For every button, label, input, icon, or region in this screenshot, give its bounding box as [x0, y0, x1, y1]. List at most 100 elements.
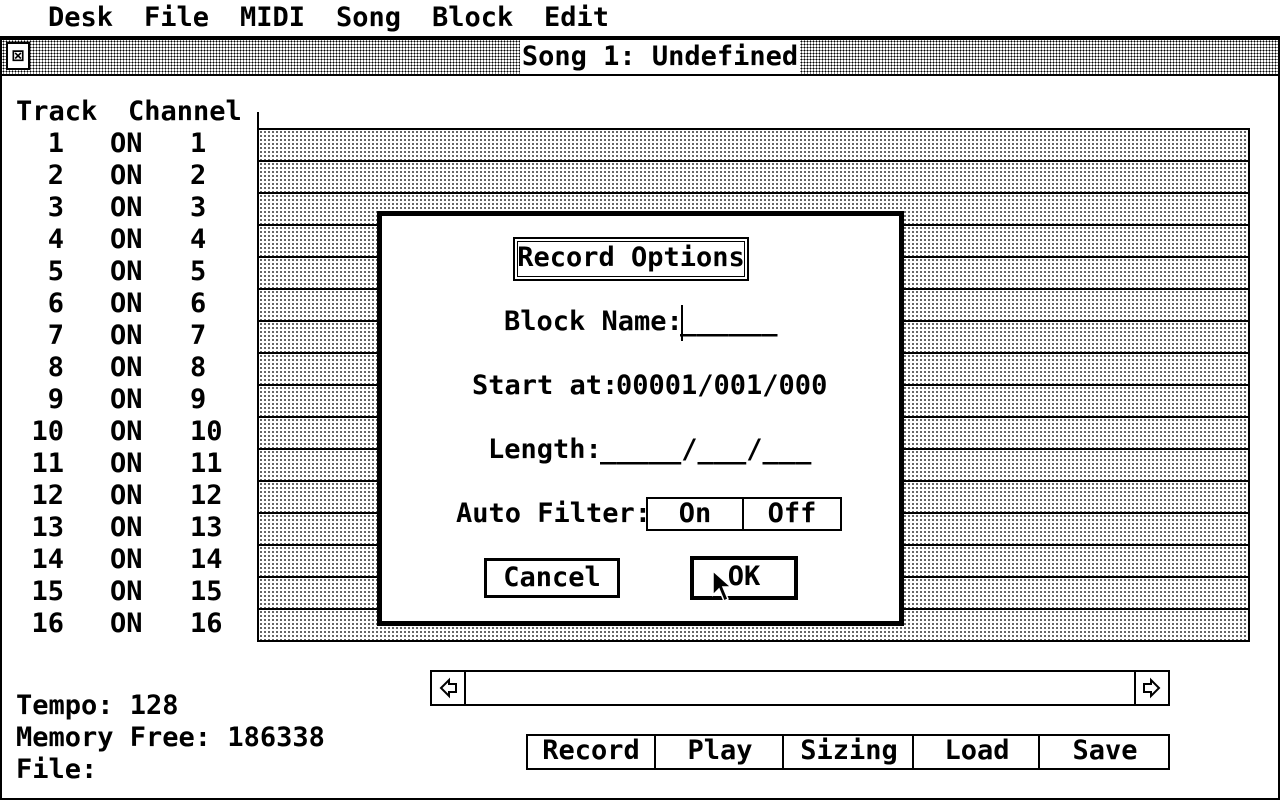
- track-channel: 5: [190, 256, 207, 287]
- dialog-title: Record Options: [513, 237, 749, 281]
- track-row[interactable]: 9 ON 9: [0, 384, 240, 416]
- menu-file[interactable]: File: [144, 2, 209, 34]
- track-state[interactable]: ON: [110, 448, 146, 480]
- track-channel: 8: [190, 352, 207, 383]
- length-label: Length:: [488, 434, 602, 465]
- track-channel: 6: [190, 288, 207, 319]
- track-lane[interactable]: [257, 128, 1250, 160]
- track-row[interactable]: 12 ON 12: [0, 480, 240, 512]
- file-readout: File:: [16, 754, 98, 785]
- track-number: 3: [47, 192, 64, 223]
- track-number: 5: [47, 256, 64, 287]
- start-at-label: Start at:: [472, 370, 619, 401]
- track-row[interactable]: 11 ON 11: [0, 448, 240, 480]
- track-state[interactable]: ON: [110, 608, 146, 640]
- track-row[interactable]: 5 ON 5: [0, 256, 240, 288]
- track-column-header: Track: [16, 96, 98, 127]
- track-state[interactable]: ON: [110, 256, 146, 288]
- play-button[interactable]: Play: [654, 734, 784, 770]
- track-channel: 7: [190, 320, 207, 351]
- track-number: 4: [47, 224, 64, 255]
- menu-song[interactable]: Song: [336, 2, 401, 34]
- track-state[interactable]: ON: [110, 480, 146, 512]
- auto-filter-label: Auto Filter:: [456, 498, 652, 529]
- auto-filter-on-button[interactable]: On: [646, 497, 744, 531]
- track-state[interactable]: ON: [110, 192, 146, 224]
- track-state[interactable]: ON: [110, 160, 146, 192]
- block-name-field[interactable]: ______: [680, 306, 778, 338]
- track-state[interactable]: ON: [110, 288, 146, 320]
- track-number: 12: [31, 480, 64, 511]
- track-row[interactable]: 8 ON 8: [0, 352, 240, 384]
- track-number: 14: [31, 544, 64, 575]
- track-channel: 13: [190, 512, 223, 543]
- auto-filter-off-button[interactable]: Off: [742, 497, 842, 531]
- track-row[interactable]: 2 ON 2: [0, 160, 240, 192]
- track-number: 15: [31, 576, 64, 607]
- track-state[interactable]: ON: [110, 320, 146, 352]
- load-button[interactable]: Load: [912, 734, 1040, 770]
- track-channel: 15: [190, 576, 223, 607]
- track-row[interactable]: 4 ON 4: [0, 224, 240, 256]
- track-channel: 14: [190, 544, 223, 575]
- track-channel: 9: [190, 384, 207, 415]
- tempo-readout: Tempo: 128: [16, 690, 179, 721]
- track-row[interactable]: 15 ON 15: [0, 576, 240, 608]
- track-state[interactable]: ON: [110, 128, 146, 160]
- track-state[interactable]: ON: [110, 512, 146, 544]
- sizing-button[interactable]: Sizing: [782, 734, 914, 770]
- close-icon[interactable]: ⊠: [6, 42, 30, 70]
- channel-column-header: Channel: [128, 96, 242, 127]
- track-channel: 12: [190, 480, 223, 511]
- track-channel: 1: [190, 128, 207, 159]
- track-number: 10: [31, 416, 64, 447]
- menu-edit[interactable]: Edit: [544, 2, 609, 34]
- track-channel: 16: [190, 608, 223, 639]
- track-number: 2: [47, 160, 64, 191]
- start-at-field[interactable]: 00001/001/000: [616, 370, 827, 402]
- cancel-button[interactable]: Cancel: [484, 558, 620, 598]
- track-lane[interactable]: [257, 160, 1250, 192]
- track-number: 1: [47, 128, 64, 159]
- window-title: Song 1: Undefined: [520, 40, 800, 74]
- menu-desk[interactable]: Desk: [48, 2, 113, 34]
- record-button[interactable]: Record: [526, 734, 656, 770]
- track-row[interactable]: 3 ON 3: [0, 192, 240, 224]
- ok-button[interactable]: OK: [690, 556, 798, 600]
- track-row[interactable]: 1 ON 1: [0, 128, 240, 160]
- arrow-left-icon[interactable]: [430, 670, 466, 706]
- menu-block[interactable]: Block: [432, 2, 513, 34]
- track-number: 16: [31, 608, 64, 639]
- track-state[interactable]: ON: [110, 384, 146, 416]
- track-state[interactable]: ON: [110, 416, 146, 448]
- arrow-right-icon[interactable]: [1134, 670, 1170, 706]
- menu-bar: Desk File MIDI Song Block Edit: [0, 0, 1280, 38]
- block-name-label: Block Name:: [504, 306, 683, 337]
- track-channel: 10: [190, 416, 223, 447]
- track-row[interactable]: 13 ON 13: [0, 512, 240, 544]
- track-row[interactable]: 7 ON 7: [0, 320, 240, 352]
- track-state[interactable]: ON: [110, 224, 146, 256]
- track-channel: 3: [190, 192, 207, 223]
- track-row[interactable]: 14 ON 14: [0, 544, 240, 576]
- track-number: 11: [31, 448, 64, 479]
- length-field[interactable]: _____/___/___: [600, 434, 811, 466]
- menu-midi[interactable]: MIDI: [240, 2, 305, 34]
- track-row[interactable]: 6 ON 6: [0, 288, 240, 320]
- track-row[interactable]: 16 ON 16: [0, 608, 240, 640]
- track-state[interactable]: ON: [110, 544, 146, 576]
- mouse-pointer-icon: [712, 570, 733, 603]
- track-number: 8: [47, 352, 64, 383]
- grid-axis: [257, 112, 259, 128]
- save-button[interactable]: Save: [1038, 734, 1170, 770]
- track-number: 7: [47, 320, 64, 351]
- text-cursor: [681, 305, 683, 341]
- track-channel: 2: [190, 160, 207, 191]
- track-state[interactable]: ON: [110, 576, 146, 608]
- track-state[interactable]: ON: [110, 352, 146, 384]
- horizontal-scrollbar[interactable]: [430, 670, 1170, 706]
- track-row[interactable]: 10 ON 10: [0, 416, 240, 448]
- track-number: 9: [47, 384, 64, 415]
- memory-free-readout: Memory Free: 186338: [16, 722, 325, 753]
- track-channel: 11: [190, 448, 223, 479]
